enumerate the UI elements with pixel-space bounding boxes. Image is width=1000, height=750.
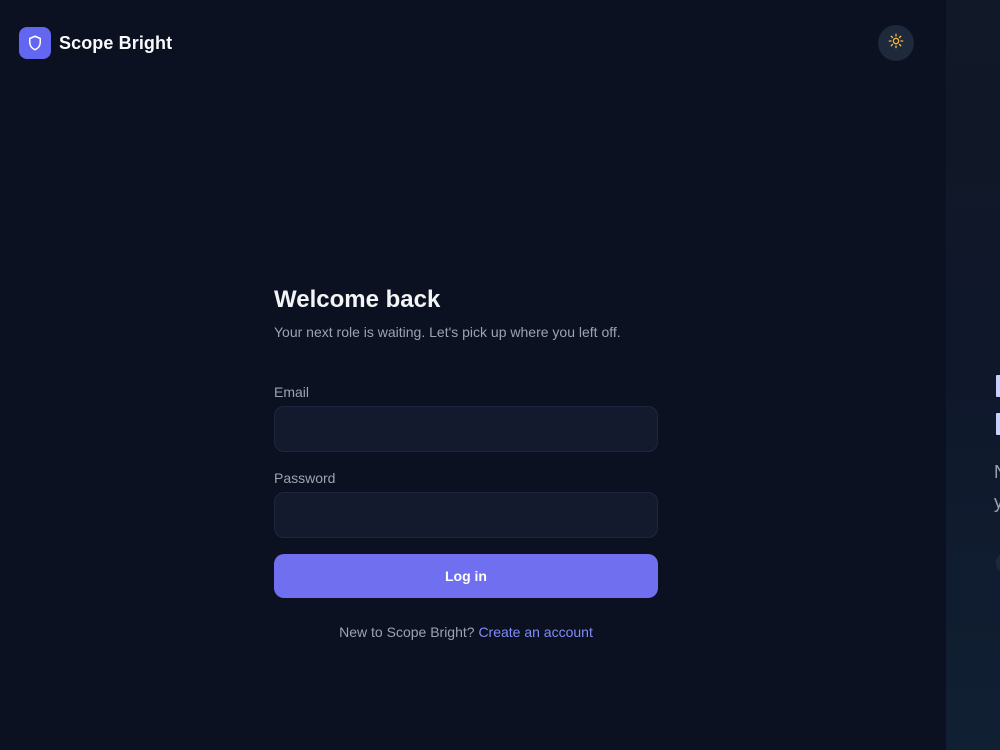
- email-field-group: Email: [274, 384, 658, 452]
- side-text-fragment: N: [994, 462, 1000, 483]
- signup-prompt-line: New to Scope Bright? Create an account: [274, 624, 658, 640]
- side-text-fragment: y: [994, 492, 1000, 512]
- shield-icon: [19, 27, 51, 59]
- login-button[interactable]: Log in: [274, 554, 658, 598]
- email-field[interactable]: [274, 406, 658, 452]
- side-promo-panel: N y: [946, 0, 1000, 750]
- sun-icon: [888, 33, 904, 54]
- login-form: Welcome back Your next role is waiting. …: [274, 286, 658, 640]
- brand-logo[interactable]: Scope Bright: [19, 27, 172, 59]
- theme-toggle-button[interactable]: [878, 25, 914, 61]
- create-account-link[interactable]: Create an account: [478, 624, 592, 640]
- email-label: Email: [274, 384, 310, 400]
- login-page: Scope Bright Welcome back Your next role…: [0, 0, 1000, 750]
- side-heading-fragment: [996, 375, 1000, 397]
- side-indicator-dot: [996, 552, 1000, 574]
- page-subtitle: Your next role is waiting. Let's pick up…: [274, 324, 621, 340]
- main-panel: Scope Bright Welcome back Your next role…: [0, 0, 946, 750]
- password-field[interactable]: [274, 492, 658, 538]
- brand-name: Scope Bright: [59, 32, 173, 53]
- password-label: Password: [274, 470, 336, 486]
- signup-prompt: New to Scope Bright?: [339, 624, 475, 640]
- page-title: Welcome back: [274, 286, 441, 313]
- side-heading-fragment: [996, 413, 1000, 435]
- password-field-group: Password: [274, 470, 658, 538]
